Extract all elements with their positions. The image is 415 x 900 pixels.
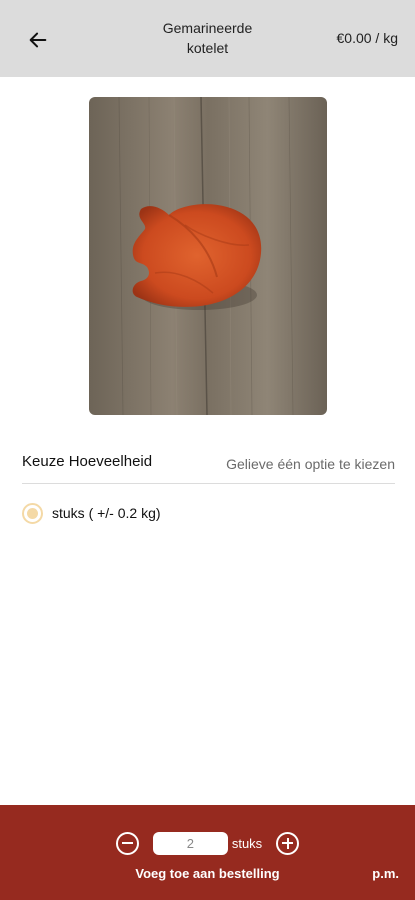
option-choice-label: stuks ( +/- 0.2 kg) <box>52 505 161 521</box>
page-title-line2: kotelet <box>186 40 229 56</box>
order-footer: stuks Voeg toe aan bestelling p.m. <box>0 805 415 900</box>
option-hint: Gelieve één optie te kiezen <box>226 456 395 472</box>
decrease-quantity-button[interactable] <box>115 831 139 855</box>
option-label: Keuze Hoeveelheid <box>22 453 153 470</box>
add-to-order-button[interactable]: Voeg toe aan bestelling <box>0 866 415 881</box>
product-image <box>89 97 327 415</box>
page-title-line1: Gemarineerde <box>162 20 253 36</box>
option-choice-stuks[interactable]: stuks ( +/- 0.2 kg) <box>22 502 161 524</box>
radio-dot-icon <box>27 507 38 519</box>
app-header: Gemarineerde kotelet €0.00 / kg <box>0 0 415 77</box>
quantity-stepper: stuks <box>0 831 415 855</box>
back-button[interactable] <box>24 26 52 54</box>
quantity-option-header: Keuze Hoeveelheid Gelieve één optie te k… <box>22 450 395 484</box>
page-title: Gemarineerde kotelet <box>130 18 285 58</box>
quantity-unit: stuks <box>231 835 263 851</box>
quantity-input[interactable] <box>152 831 228 855</box>
increase-quantity-button[interactable] <box>276 831 300 855</box>
minus-circle-icon <box>121 842 133 844</box>
radio-button[interactable] <box>22 502 43 524</box>
arrow-left-icon <box>29 32 47 48</box>
footer-price: p.m. <box>372 866 399 881</box>
header-price: €0.00 / kg <box>336 30 399 46</box>
